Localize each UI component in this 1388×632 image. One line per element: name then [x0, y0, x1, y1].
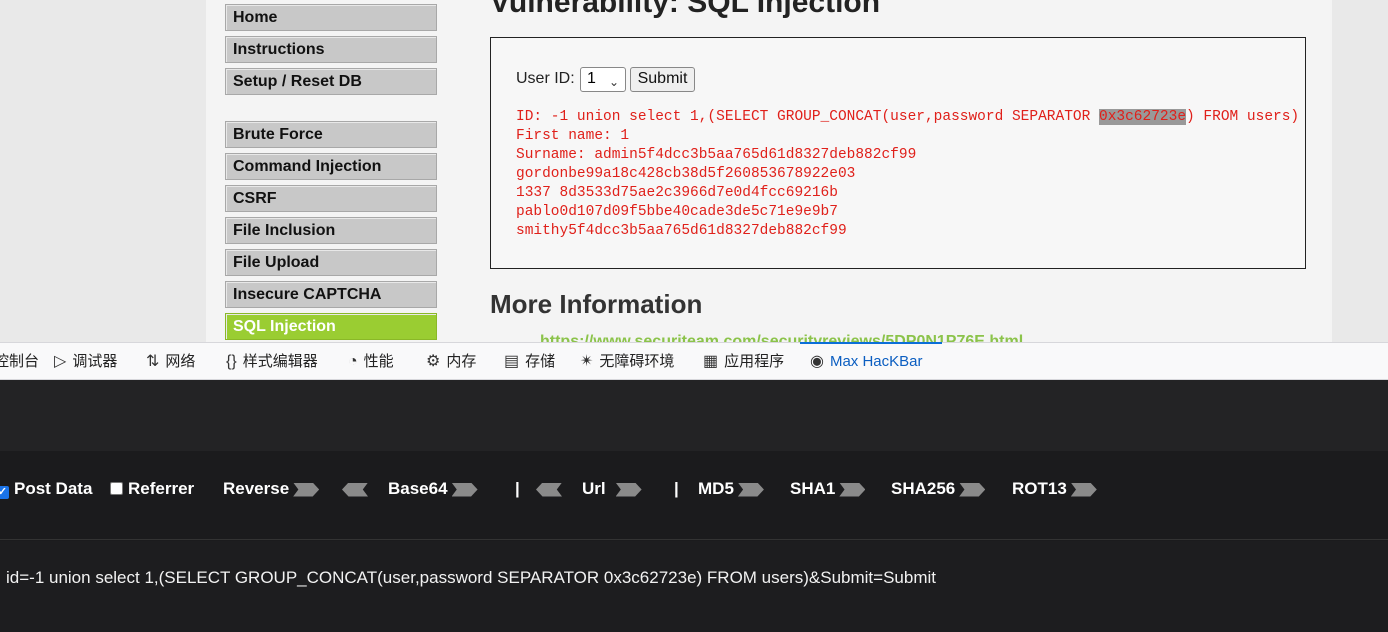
divider — [0, 539, 1388, 540]
output-line: smithy5f4dcc3b5aa765d61d8327deb882cf99 — [516, 223, 847, 239]
menu-item-brute-force[interactable]: Brute Force — [225, 121, 437, 148]
arrow-right-icon — [737, 482, 764, 497]
hackbar-toolbar: ✓ Post Data Referrer Reverse Base64 | Url… — [0, 471, 1388, 509]
menu-item-csrf[interactable]: CSRF — [225, 185, 437, 212]
post-data-label: Post Data — [14, 479, 93, 498]
sha1-button[interactable]: SHA1 — [790, 479, 866, 499]
menu-item-command-injection[interactable]: Command Injection — [225, 153, 437, 180]
application-icon: ▦ — [703, 353, 719, 370]
tab-accessibility[interactable]: ✴ 无障碍环境 — [580, 343, 674, 380]
tab-network[interactable]: ⇅ 网络 — [146, 343, 195, 380]
output-id-line: ID: -1 union select 1,(SELECT GROUP_CONC… — [516, 109, 1299, 125]
base64-button[interactable]: Base64 — [342, 479, 478, 499]
menu-item-setup-reset-db[interactable]: Setup / Reset DB — [225, 68, 437, 95]
sha1-label: SHA1 — [790, 479, 836, 498]
tab-console[interactable]: 控制台 — [0, 343, 39, 380]
tab-style-editor[interactable]: {} 样式编辑器 — [226, 343, 318, 380]
accessibility-icon: ✴ — [580, 353, 594, 370]
arrow-left-icon — [342, 482, 368, 497]
hackbar-icon: ◉ — [810, 353, 824, 370]
chevron-down-icon: ⌄ — [608, 75, 619, 89]
rot13-button[interactable]: ROT13 — [1012, 479, 1097, 499]
separator: | — [674, 479, 679, 498]
tab-label: 网络 — [165, 353, 196, 370]
menu-item-file-inclusion[interactable]: File Inclusion — [225, 217, 437, 244]
menu-item-home[interactable]: Home — [225, 4, 437, 31]
output-id-suffix: ) FROM users) — [1186, 109, 1300, 125]
tab-performance[interactable]: ◔ 性能 — [348, 343, 394, 380]
post-data-checkbox[interactable]: ✓ — [0, 486, 9, 499]
devtools-tab-bar: 控制台 ▷ 调试器 ⇅ 网络 {} 样式编辑器 ◔ 性能 ⚙ 内存 ▤ 存储 ✴ 无障碍环境 … — [0, 342, 1388, 380]
user-id-select-value: 1 — [587, 70, 596, 87]
output-line: Surname: admin5f4dcc3b5aa765d61d8327deb8… — [516, 147, 917, 163]
page-title: Vulnerability: SQL Injection — [490, 0, 881, 19]
arrow-right-icon — [1070, 482, 1097, 497]
tab-label: 无障碍环境 — [599, 353, 675, 370]
tab-label: 应用程序 — [724, 353, 785, 370]
post-data-input[interactable]: id=-1 union select 1,(SELECT GROUP_CONCA… — [0, 541, 1388, 632]
arrow-right-icon — [959, 482, 986, 497]
menu-item-instructions[interactable]: Instructions — [225, 36, 437, 63]
more-info-link[interactable]: https://www.securiteam.com/securityrevie… — [540, 333, 1023, 342]
tab-application[interactable]: ▦ 应用程序 — [703, 343, 784, 380]
performance-icon: ◔ — [348, 353, 358, 370]
output-id-prefix: ID: -1 union select 1,(SELECT GROUP_CONC… — [516, 109, 1099, 125]
output-line: gordonbe99a18c428cb38d5f260853678922e03 — [516, 166, 856, 182]
tab-label: 内存 — [446, 353, 477, 370]
output-id-highlight: 0x3c62723e — [1099, 109, 1187, 125]
arrow-right-icon — [839, 482, 866, 497]
tab-memory[interactable]: ⚙ 内存 — [426, 343, 476, 380]
tab-label: 样式编辑器 — [242, 353, 318, 370]
active-tab-indicator — [800, 342, 942, 344]
menu-item-file-upload[interactable]: File Upload — [225, 249, 437, 276]
tab-label: Max HacKBar — [829, 353, 923, 370]
tab-label: 调试器 — [72, 353, 118, 370]
tab-label: 控制台 — [0, 353, 40, 370]
debugger-icon: ▷ — [54, 353, 67, 370]
post-data-toggle[interactable]: ✓ Post Data — [0, 479, 92, 499]
referrer-label: Referrer — [128, 479, 195, 498]
menu-item-insecure-captcha[interactable]: Insecure CAPTCHA — [225, 281, 437, 308]
output-line: 1337 8d3533d75ae2c3966d7e0d4fcc69216b — [516, 185, 838, 201]
style-editor-icon: {} — [226, 353, 237, 370]
url-label: Url — [582, 479, 606, 498]
hackbar-url-area[interactable] — [0, 380, 1388, 451]
sha256-label: SHA256 — [891, 479, 956, 498]
arrow-right-icon — [615, 482, 642, 497]
tab-max-hackbar[interactable]: ◉ Max HacKBar — [810, 343, 923, 380]
submit-button[interactable]: Submit — [630, 67, 695, 92]
more-information-heading: More Information — [490, 289, 703, 319]
reverse-button[interactable]: Reverse — [223, 479, 320, 499]
md5-label: MD5 — [698, 479, 734, 498]
rot13-label: ROT13 — [1012, 479, 1067, 498]
arrow-right-icon — [293, 482, 320, 497]
referrer-checkbox[interactable] — [110, 482, 123, 495]
tab-storage[interactable]: ▤ 存储 — [504, 343, 555, 380]
user-id-select[interactable]: 1 ⌄ — [580, 67, 626, 92]
output-first-name: First name: 1 — [516, 128, 630, 144]
post-data-value[interactable]: id=-1 union select 1,(SELECT GROUP_CONCA… — [6, 568, 936, 588]
reverse-label: Reverse — [223, 479, 290, 498]
dvwa-page: Home Instructions Setup / Reset DB Brute… — [0, 0, 1388, 342]
separator: | — [515, 479, 520, 498]
tab-label: 存储 — [525, 353, 556, 370]
memory-icon: ⚙ — [426, 353, 441, 370]
tab-debugger[interactable]: ▷ 调试器 — [54, 343, 117, 380]
sha256-button[interactable]: SHA256 — [891, 479, 986, 499]
arrow-left-icon — [536, 482, 562, 497]
storage-icon: ▤ — [504, 353, 520, 370]
output-line: pablo0d107d09f5bbe40cade3de5c71e9e9b7 — [516, 204, 838, 220]
network-icon: ⇅ — [146, 353, 160, 370]
md5-button[interactable]: MD5 — [698, 479, 764, 499]
url-button[interactable]: Url — [536, 479, 642, 499]
menu-item-sql-injection[interactable]: SQL Injection — [225, 313, 437, 340]
arrow-right-icon — [451, 482, 478, 497]
base64-label: Base64 — [388, 479, 448, 498]
tab-label: 性能 — [363, 353, 394, 370]
user-id-label: User ID: — [516, 70, 575, 87]
referrer-toggle[interactable]: Referrer — [110, 479, 194, 499]
hackbar-panel: ✓ Post Data Referrer Reverse Base64 | Url… — [0, 380, 1388, 632]
